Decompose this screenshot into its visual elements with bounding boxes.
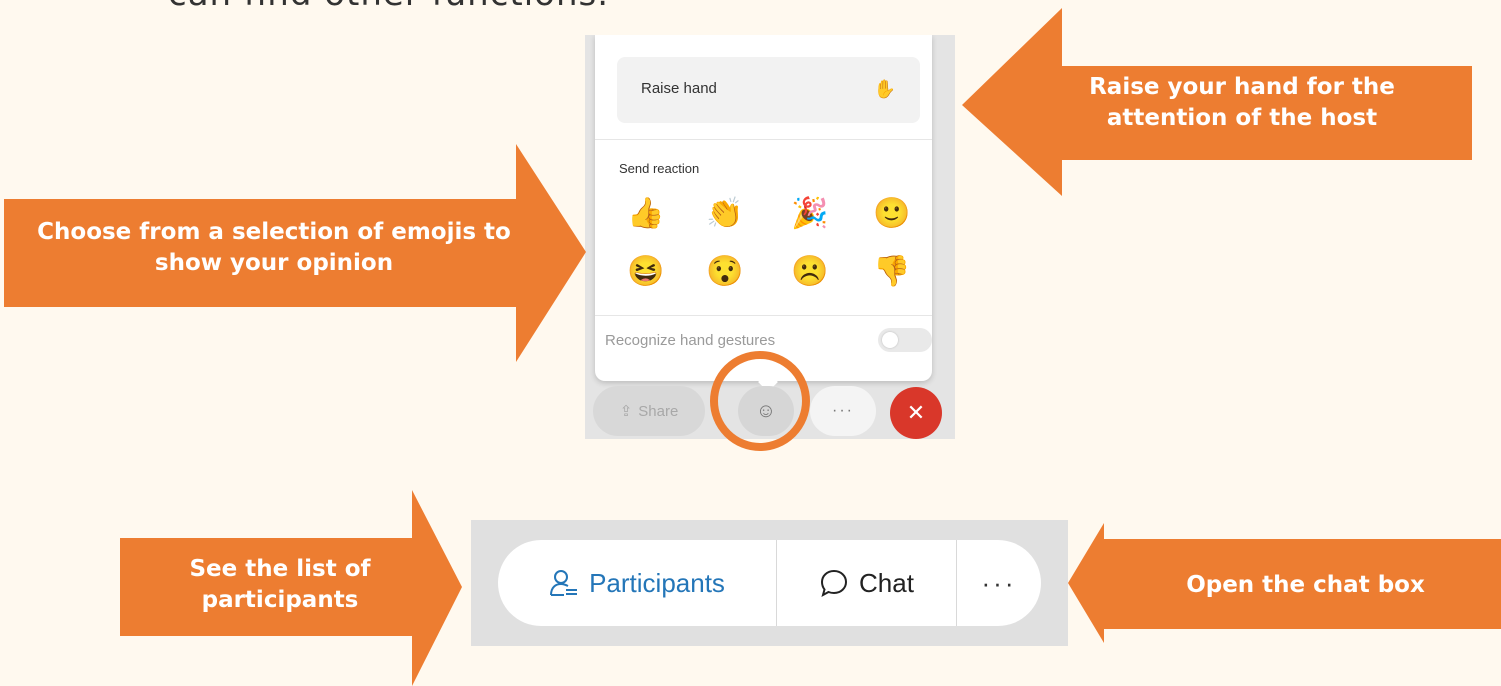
toggle-knob bbox=[882, 332, 898, 348]
divider bbox=[595, 315, 932, 316]
emoji-callout: Choose from a selection of emojis to sho… bbox=[4, 144, 586, 362]
share-label: Share bbox=[638, 402, 679, 420]
laugh-emoji-button[interactable]: 😆 bbox=[627, 253, 665, 291]
hand-icon: ✋ bbox=[873, 79, 896, 99]
more-options-button[interactable]: ··· bbox=[957, 540, 1041, 626]
raise-hand-callout-text: Raise your hand for the attention of the… bbox=[1089, 74, 1395, 132]
participants-label: Participants bbox=[589, 567, 725, 598]
sad-emoji-button[interactable]: ☹️ bbox=[791, 253, 829, 291]
divider bbox=[595, 139, 932, 140]
participants-callout: See the list of participants bbox=[120, 490, 462, 686]
clap-emoji-button[interactable]: 👏 bbox=[706, 195, 744, 233]
highlight-circle bbox=[710, 351, 810, 451]
meeting-toolbar: Participants Chat ··· bbox=[498, 540, 1041, 626]
reaction-popup: Raise hand ✋ Send reaction 👍 👏 🎉 🙂 😆 😯 ☹… bbox=[595, 35, 932, 381]
toolbar-screenshot: Participants Chat ··· bbox=[471, 520, 1068, 646]
participants-callout-text: See the list of participants bbox=[189, 556, 371, 614]
party-emoji-button[interactable]: 🎉 bbox=[791, 195, 829, 233]
thumbs-up-emoji-button[interactable]: 👍 bbox=[627, 195, 665, 233]
gesture-label: Recognize hand gestures bbox=[605, 332, 776, 349]
more-options-button[interactable]: ··· bbox=[810, 386, 876, 436]
participants-button[interactable]: Participants bbox=[498, 540, 776, 626]
raise-hand-button[interactable]: Raise hand ✋ bbox=[617, 57, 920, 123]
smile-emoji-button[interactable]: 🙂 bbox=[873, 195, 911, 233]
share-button[interactable]: ⇪ Share bbox=[593, 386, 705, 436]
emoji-callout-text: Choose from a selection of emojis to sho… bbox=[37, 219, 511, 277]
chat-callout: Open the chat box bbox=[1068, 523, 1501, 643]
raise-hand-label: Raise hand bbox=[641, 80, 717, 97]
chat-button[interactable]: Chat bbox=[777, 540, 956, 626]
gesture-toggle[interactable] bbox=[878, 328, 932, 352]
chat-label: Chat bbox=[859, 567, 914, 598]
chat-callout-text: Open the chat box bbox=[1186, 572, 1425, 598]
chat-bubble-icon bbox=[821, 569, 848, 598]
participants-icon bbox=[550, 570, 578, 596]
send-reaction-label: Send reaction bbox=[619, 161, 700, 176]
surprised-emoji-button[interactable]: 😯 bbox=[706, 253, 744, 291]
raise-hand-callout: Raise your hand for the attention of the… bbox=[962, 8, 1472, 196]
intro-text: can find other functions. bbox=[168, 0, 609, 14]
thumbs-down-emoji-button[interactable]: 👎 bbox=[873, 253, 911, 291]
share-icon: ⇪ bbox=[619, 403, 633, 420]
end-call-button[interactable]: ✕ bbox=[890, 387, 942, 439]
